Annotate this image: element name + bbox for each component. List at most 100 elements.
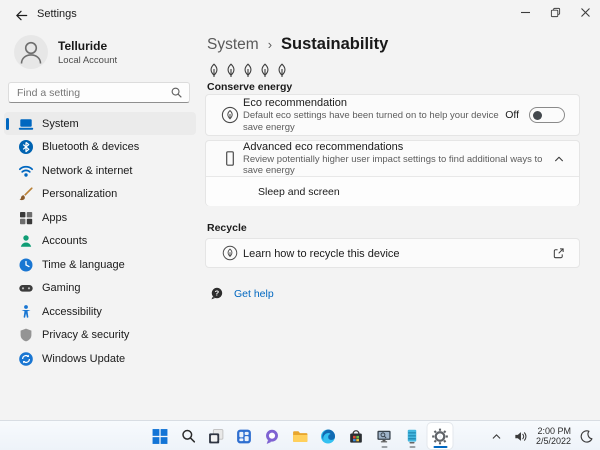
account-header[interactable]: Telluride Local Account	[14, 35, 117, 69]
settings-taskbar-button[interactable]	[427, 423, 453, 449]
taskbar-clock[interactable]: 2:00 PM 2/5/2022	[536, 426, 571, 446]
main-content: System › Sustainability Conserve energy …	[205, 30, 580, 420]
sidebar-item-label: Gaming	[42, 282, 81, 294]
eco-recommendation-card[interactable]: Eco recommendation Default eco settings …	[205, 94, 580, 136]
leaf-icon	[210, 63, 218, 77]
store-button[interactable]	[344, 423, 369, 449]
person-icon	[20, 41, 42, 64]
chat-icon	[266, 429, 278, 444]
account-name: Telluride	[58, 38, 108, 53]
server-icon	[407, 429, 417, 444]
external-link-icon	[553, 247, 564, 258]
volume-button[interactable]	[511, 427, 530, 446]
sidebar-item-label: Windows Update	[42, 352, 126, 365]
chat-button[interactable]	[260, 423, 285, 449]
eco-toggle-switch[interactable]	[529, 107, 565, 123]
device-icon	[226, 151, 234, 166]
task-view-button[interactable]	[204, 423, 229, 449]
chevron-up-icon[interactable]	[553, 153, 565, 165]
edge-button[interactable]	[316, 423, 341, 449]
restore-button[interactable]	[540, 0, 570, 24]
advanced-eco-card: Advanced eco recommendations Review pote…	[205, 140, 580, 206]
eco-leaf-circle-icon	[221, 106, 239, 124]
running-indicator	[381, 445, 387, 448]
taskbar-search-button[interactable]	[176, 423, 201, 449]
notifications-button[interactable]	[577, 427, 596, 446]
close-button[interactable]	[570, 0, 600, 24]
accessibility-icon	[21, 304, 31, 318]
back-button[interactable]	[10, 5, 32, 25]
advanced-card-title: Advanced eco recommendations	[243, 140, 404, 153]
sidebar-nav: System Bluetooth & devices Network & int…	[4, 112, 196, 371]
edge-icon	[320, 428, 336, 444]
active-indicator	[433, 445, 447, 448]
running-indicator	[409, 445, 415, 448]
leaf-icon	[261, 63, 269, 77]
sidebar-item-bluetooth-devices[interactable]: Bluetooth & devices	[4, 136, 196, 159]
recycle-card[interactable]: Learn how to recycle this device	[205, 238, 580, 268]
title-bar: Settings	[0, 0, 600, 30]
sleep-and-screen-item[interactable]: Sleep and screen	[206, 177, 579, 206]
search-box[interactable]	[8, 82, 190, 103]
file-explorer-button[interactable]	[288, 423, 313, 449]
breadcrumb-parent[interactable]: System	[207, 36, 259, 54]
windows-start-icon	[152, 428, 168, 444]
sidebar-item-label: Time & language	[42, 258, 125, 271]
gaming-icon	[19, 285, 33, 292]
system-icon	[18, 118, 34, 130]
recycle-leaf-circle-icon	[222, 245, 238, 261]
personalization-icon	[19, 187, 33, 201]
sidebar-item-accessibility[interactable]: Accessibility	[4, 300, 196, 323]
search-input[interactable]	[17, 86, 170, 99]
eco-leaves-rating	[207, 63, 289, 78]
taskbar: 2:00 PM 2/5/2022	[0, 420, 600, 450]
get-help-icon: ?	[211, 287, 223, 300]
get-help-label: Get help	[234, 287, 274, 300]
speaker-icon	[515, 431, 527, 441]
privacy-shield-icon	[20, 328, 32, 342]
sidebar-item-personalization[interactable]: Personalization	[4, 183, 196, 206]
tray-time: 2:00 PM	[537, 426, 571, 436]
leaf-icon	[278, 63, 286, 77]
window-title: Settings	[37, 8, 77, 20]
recycle-link-label: Learn how to recycle this device	[243, 248, 400, 260]
advanced-card-description: Review potentially higher user impact se…	[243, 153, 543, 177]
svg-text:?: ?	[215, 289, 220, 298]
store-icon	[350, 429, 362, 443]
sidebar-item-windows-update[interactable]: Windows Update	[4, 347, 196, 370]
sidebar-item-apps[interactable]: Apps	[4, 206, 196, 229]
get-help-link[interactable]: ? Get help	[209, 286, 274, 301]
advanced-eco-header[interactable]: Advanced eco recommendations Review pote…	[206, 141, 579, 176]
avatar	[14, 35, 48, 69]
time-language-icon	[19, 258, 33, 271]
sidebar-item-network-internet[interactable]: Network & internet	[4, 159, 196, 182]
back-arrow-icon	[15, 10, 27, 20]
sidebar-item-label: Accessibility	[42, 305, 102, 318]
widgets-icon	[237, 429, 251, 443]
sidebar-item-label: Personalization	[42, 188, 118, 200]
apps-icon	[20, 211, 33, 224]
close-icon	[580, 7, 590, 17]
widgets-button[interactable]	[232, 423, 257, 449]
server-app-button[interactable]	[400, 423, 425, 449]
do-not-disturb-moon-icon	[580, 429, 593, 443]
sidebar-item-gaming[interactable]: Gaming	[4, 277, 196, 300]
account-type: Local Account	[58, 54, 118, 66]
sidebar-item-privacy-security[interactable]: Privacy & security	[4, 324, 196, 347]
taskbar-search-icon	[181, 429, 195, 443]
sidebar-item-system[interactable]: System	[4, 112, 196, 135]
sidebar-item-time-language[interactable]: Time & language	[4, 253, 196, 276]
sidebar-item-label: Accounts	[42, 235, 88, 247]
tray-chevron-button[interactable]	[488, 428, 505, 445]
sidebar-item-label: Bluetooth & devices	[42, 141, 140, 153]
start-button[interactable]	[148, 423, 173, 449]
settings-window: Settings Telluride Local Account Find a …	[0, 0, 600, 450]
monitor-tool-button[interactable]	[372, 423, 397, 449]
minimize-button[interactable]	[510, 0, 540, 24]
page-title: Sustainability	[281, 35, 389, 53]
toggle-knob	[533, 110, 542, 120]
leaf-icon	[244, 63, 252, 77]
sidebar-item-accounts[interactable]: Accounts	[4, 230, 196, 253]
sidebar-item-label: Privacy & security	[42, 329, 130, 341]
task-view-icon	[209, 428, 224, 443]
